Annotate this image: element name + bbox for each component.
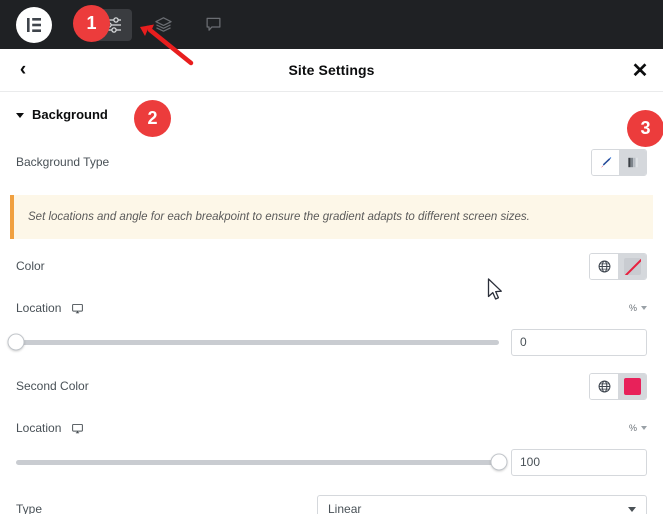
gradient-type-value: Linear bbox=[328, 502, 362, 514]
desktop-monitor-icon[interactable] bbox=[71, 422, 84, 435]
annotation-badge-2: 2 bbox=[134, 100, 171, 137]
background-type-gradient-button[interactable] bbox=[619, 149, 646, 175]
gradient-bars-icon bbox=[627, 157, 638, 167]
back-chevron-icon[interactable]: ‹ bbox=[0, 49, 46, 92]
gradient-breakpoint-notice: Set locations and angle for each breakpo… bbox=[10, 195, 653, 240]
second-color-row: Second Color bbox=[0, 367, 663, 405]
color-swatch-transparent bbox=[624, 257, 641, 275]
desktop-monitor-icon[interactable] bbox=[71, 302, 84, 315]
comments-icon[interactable] bbox=[194, 9, 232, 41]
second-color-swatch-button[interactable] bbox=[618, 373, 646, 399]
second-color-swatch bbox=[624, 377, 641, 395]
slider-handle[interactable] bbox=[490, 453, 508, 471]
gradient-type-select[interactable]: Linear bbox=[317, 494, 647, 514]
monitor-glyph bbox=[72, 303, 84, 313]
color-location-label: Location bbox=[16, 301, 62, 316]
background-type-row: Background Type bbox=[0, 143, 663, 181]
second-color-location-slider[interactable] bbox=[16, 453, 508, 471]
page-title: Site Settings bbox=[288, 62, 375, 78]
annotation-badge-1: 1 bbox=[73, 5, 110, 42]
settings-content: Background Background Type Set locations… bbox=[0, 92, 663, 514]
globe-icon[interactable] bbox=[590, 373, 618, 399]
paintbrush-icon bbox=[600, 156, 612, 168]
second-color-label: Second Color bbox=[16, 379, 89, 394]
slider-track bbox=[16, 339, 499, 345]
elementor-logo-glyph bbox=[27, 17, 41, 32]
background-type-choices bbox=[591, 148, 647, 176]
color-control bbox=[589, 252, 647, 280]
annotation-badge-3: 3 bbox=[627, 110, 663, 147]
elementor-logo-icon[interactable] bbox=[16, 6, 52, 43]
chevron-down-icon bbox=[16, 113, 24, 118]
color-location-input[interactable]: 0 bbox=[511, 328, 647, 356]
badge-1-label: 1 bbox=[86, 13, 97, 33]
second-color-control bbox=[589, 372, 647, 400]
chevron-down-icon bbox=[628, 506, 636, 512]
gradient-type-label: Type bbox=[16, 502, 43, 514]
color-row: Color bbox=[0, 247, 663, 285]
color-location-value: 0 bbox=[520, 335, 527, 350]
notice-text: Set locations and angle for each breakpo… bbox=[28, 211, 530, 223]
elementor-editor-screen: ‹ Site Settings ✕ Background Background … bbox=[0, 0, 663, 514]
second-color-location-slider-row: 100 bbox=[0, 445, 663, 479]
panel-header: ‹ Site Settings ✕ bbox=[0, 49, 663, 92]
section-title-background: Background bbox=[32, 107, 108, 122]
second-color-location-input[interactable]: 100 bbox=[511, 448, 647, 476]
layers-glyph bbox=[154, 17, 172, 32]
layers-navigator-icon[interactable] bbox=[144, 9, 182, 41]
color-location-slider[interactable] bbox=[7, 333, 499, 351]
slider-track bbox=[16, 459, 499, 465]
color-location-unit-label: % bbox=[628, 303, 637, 314]
gradient-type-row: Type Linear bbox=[0, 489, 663, 514]
slider-handle[interactable] bbox=[7, 333, 25, 351]
globe-glyph bbox=[598, 380, 610, 393]
chevron-down-icon bbox=[641, 426, 647, 431]
monitor-glyph bbox=[72, 423, 84, 433]
color-location-slider-row: 0 bbox=[0, 325, 663, 359]
globe-icon[interactable] bbox=[590, 253, 618, 279]
background-type-label: Background Type bbox=[16, 155, 110, 169]
comment-bubble-glyph bbox=[206, 17, 220, 31]
section-header-background[interactable]: Background bbox=[0, 92, 663, 137]
second-color-location-label: Location bbox=[16, 421, 62, 436]
second-color-location-unit-label: % bbox=[628, 423, 637, 434]
chevron-down-icon bbox=[641, 306, 647, 311]
second-color-location-value: 100 bbox=[520, 455, 541, 470]
badge-2-label: 2 bbox=[147, 108, 158, 128]
badge-3-label: 3 bbox=[640, 118, 651, 138]
second-color-location-unit-selector[interactable]: % bbox=[629, 423, 647, 433]
close-icon[interactable]: ✕ bbox=[617, 49, 663, 92]
color-label: Color bbox=[16, 259, 45, 274]
color-location-unit-selector[interactable]: % bbox=[629, 303, 647, 313]
globe-glyph bbox=[598, 260, 610, 273]
background-type-classic-button[interactable] bbox=[592, 149, 619, 175]
color-location-row: Location % bbox=[0, 291, 663, 325]
color-swatch-button[interactable] bbox=[618, 253, 646, 279]
second-color-location-row: Location % bbox=[0, 411, 663, 445]
